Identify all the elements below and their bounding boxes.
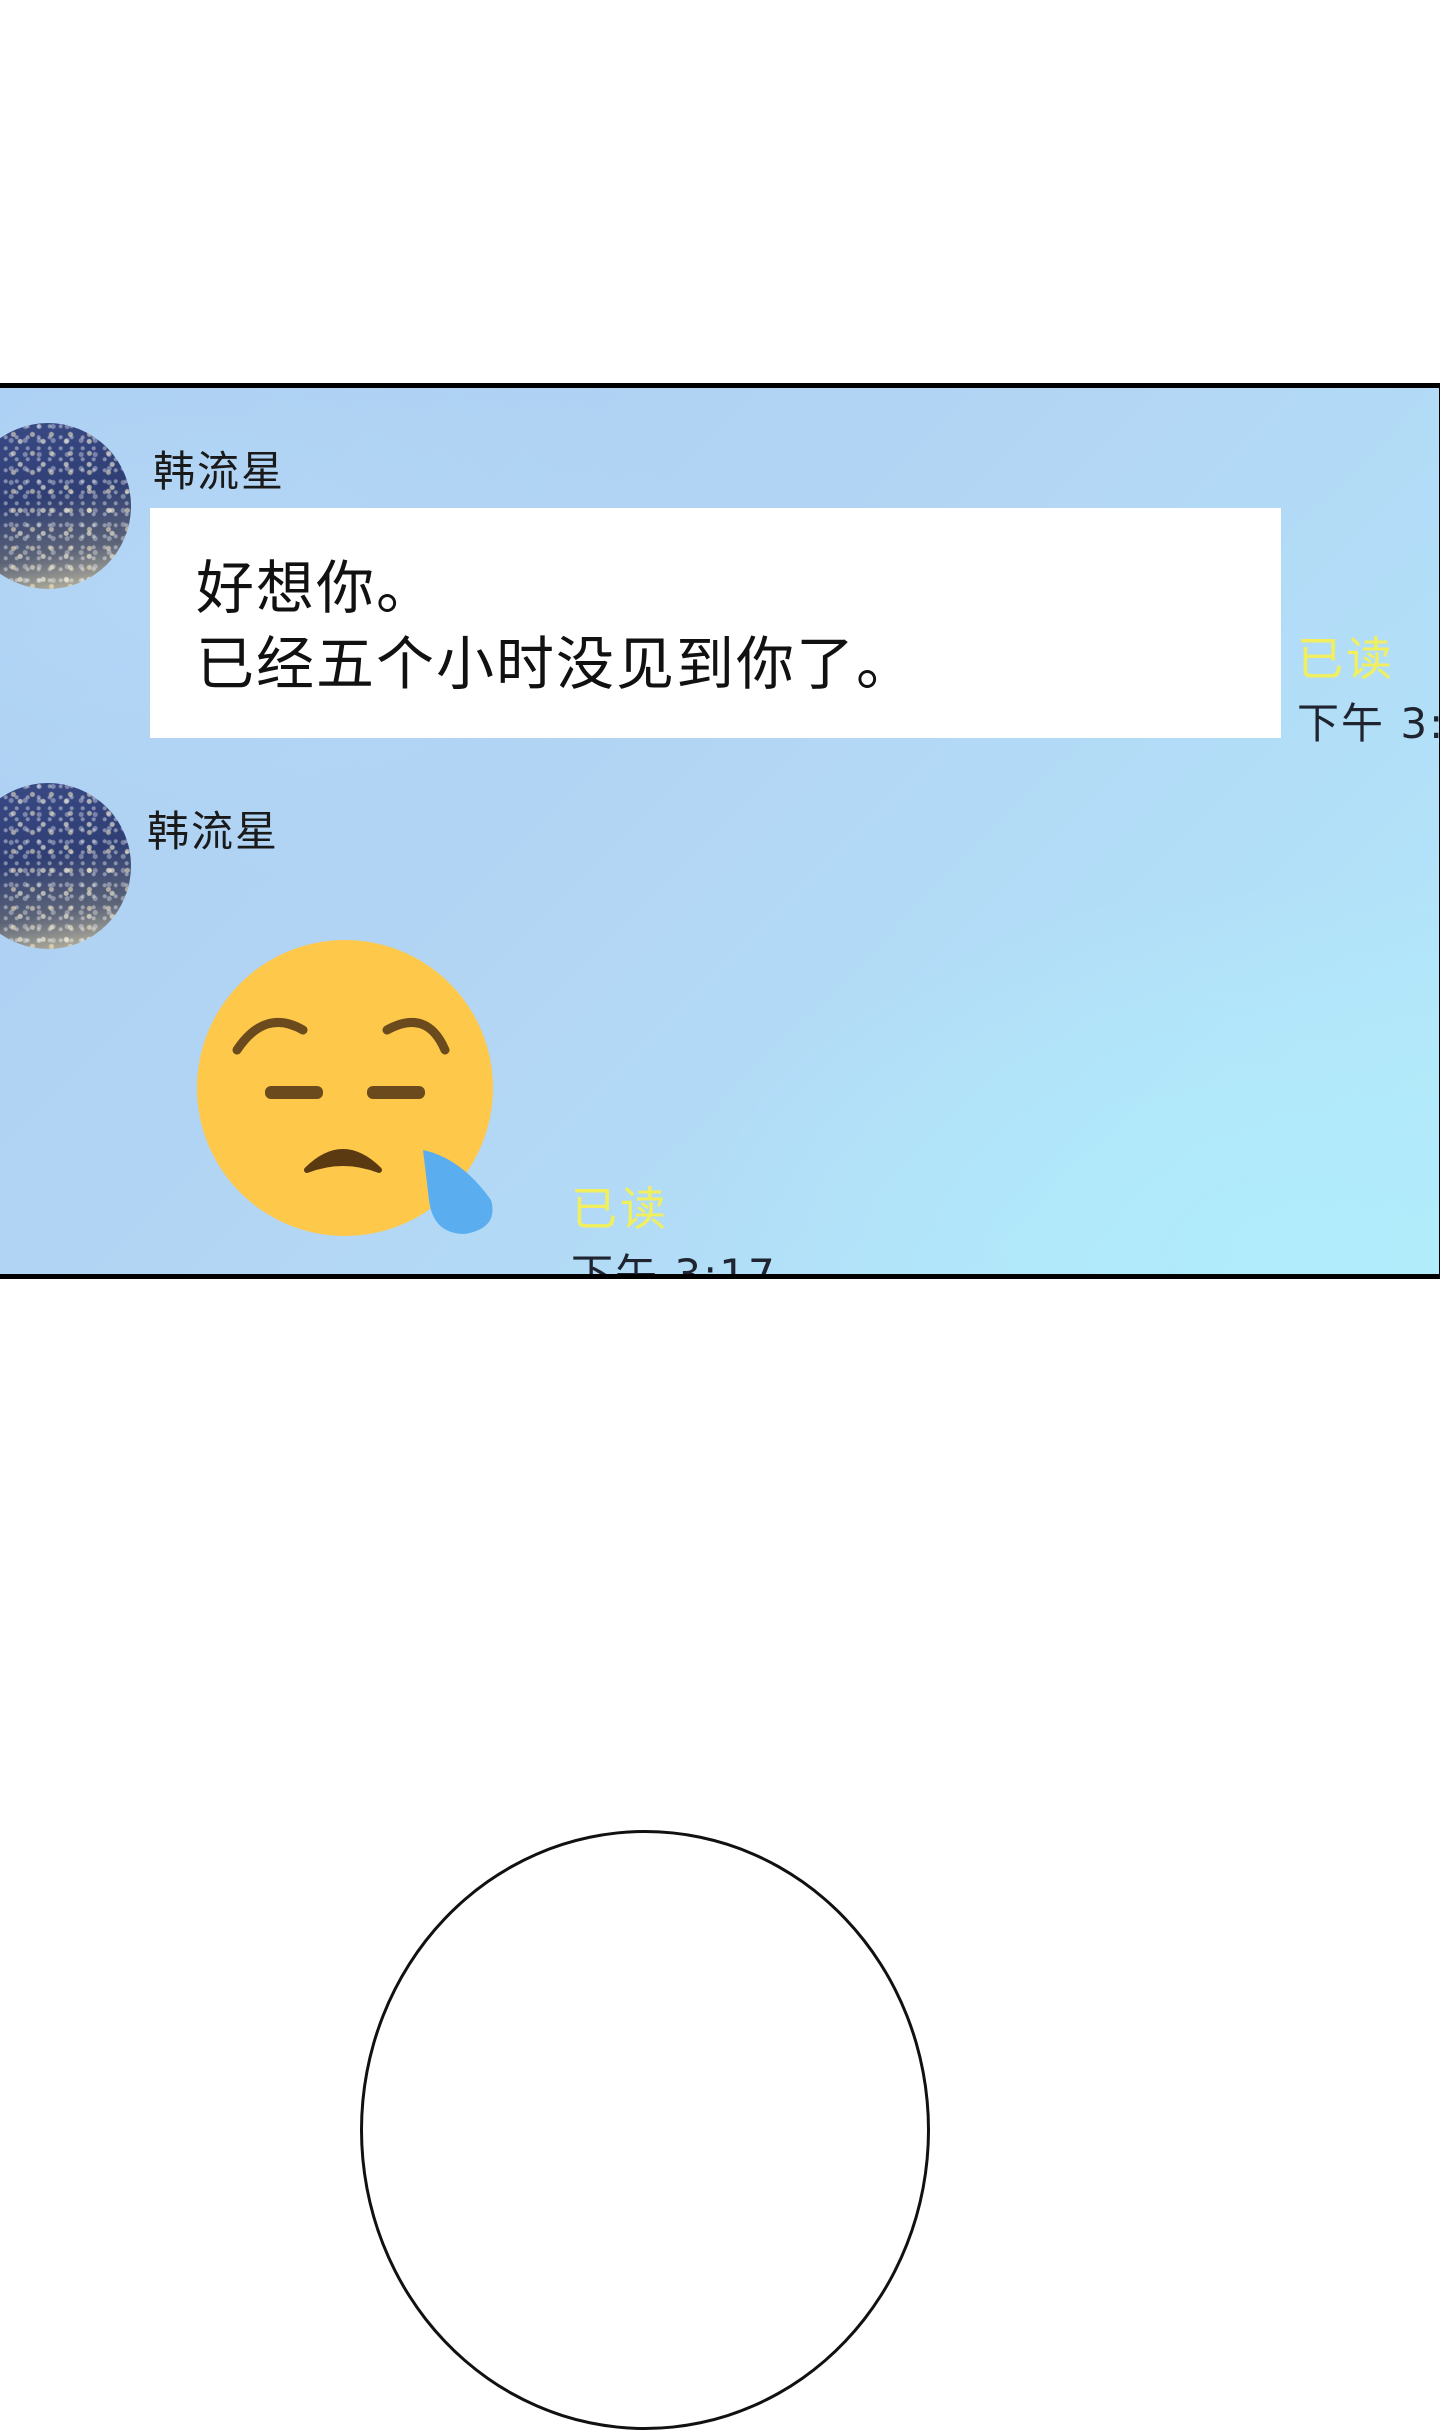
- sender-name: 韩流星: [147, 807, 280, 856]
- message-time: 下午 3:17: [571, 1250, 777, 1279]
- read-receipt: 已读: [571, 1182, 669, 1236]
- emoji-eye-left: [265, 1086, 323, 1099]
- sender-avatar[interactable]: [0, 423, 131, 589]
- sender-avatar[interactable]: [0, 783, 131, 949]
- speech-balloon-outline: [360, 1830, 930, 2430]
- sleepy-sad-emoji-icon[interactable]: [195, 938, 505, 1258]
- message-bubble[interactable]: 好想你。 已经五个小时没见到你了。: [150, 508, 1281, 738]
- message-time: 下午 3:: [1297, 699, 1440, 748]
- read-receipt: 已读: [1297, 632, 1395, 686]
- message-line: 好想你。: [196, 554, 437, 622]
- chat-panel: 韩流星 好想你。 已经五个小时没见到你了。 已读 下午 3: 韩流星 已读 下午…: [0, 383, 1440, 1279]
- message-line: 已经五个小时没见到你了。: [196, 630, 917, 698]
- sender-name: 韩流星: [153, 447, 286, 496]
- emoji-eye-right: [367, 1086, 425, 1099]
